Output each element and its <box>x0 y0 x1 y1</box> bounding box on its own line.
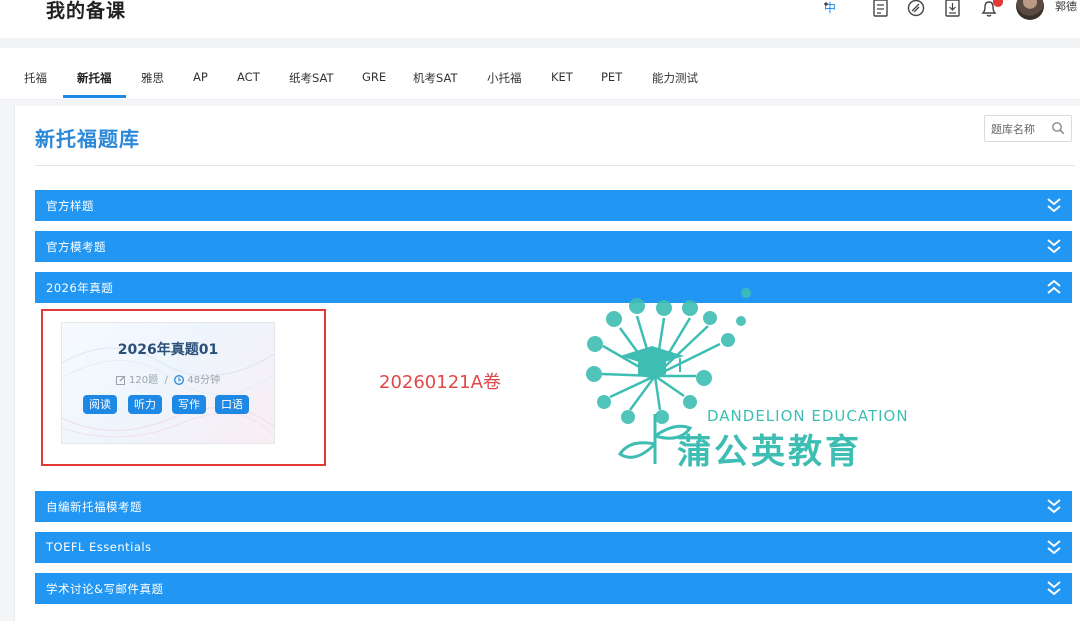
page-title: 新托福题库 <box>35 127 140 151</box>
section-toefl-essentials[interactable]: TOEFL Essentials <box>35 532 1072 563</box>
tab-gre[interactable]: GRE <box>362 70 386 84</box>
exam-tabs: 托福 新托福 雅思 AP ACT 纸考SAT GRE 机考SAT 小托福 KET… <box>0 48 1080 100</box>
double-chevron-down-icon[interactable] <box>1046 237 1062 255</box>
section-official-mock[interactable]: 官方模考题 <box>35 231 1072 262</box>
tab-new-toefl[interactable]: 新托福 <box>77 70 112 86</box>
tab-toefl[interactable]: 托福 <box>24 70 47 86</box>
tab-ap[interactable]: AP <box>193 70 208 84</box>
paper-duration: 48分钟 <box>187 375 221 386</box>
tab-ket[interactable]: KET <box>551 70 573 84</box>
title-divider <box>35 165 1075 166</box>
tab-computer-sat[interactable]: 机考SAT <box>413 70 458 86</box>
tab-ielts[interactable]: 雅思 <box>141 70 164 86</box>
avatar[interactable] <box>1016 0 1044 20</box>
translate-icon[interactable]: 中 <box>824 0 844 18</box>
double-chevron-down-icon[interactable] <box>1046 497 1062 515</box>
link-icon[interactable] <box>906 0 926 18</box>
notification-badge <box>993 0 1003 7</box>
section-academic-discussion-email[interactable]: 学术讨论&写邮件真题 <box>35 573 1072 604</box>
question-count: 120题 <box>129 375 159 386</box>
section-label: 2026年真题 <box>46 281 114 295</box>
tab-pet[interactable]: PET <box>601 70 622 84</box>
notebook-icon[interactable] <box>871 0 891 18</box>
search-box <box>984 115 1072 142</box>
meta-separator: / <box>164 375 168 386</box>
skill-speaking-button[interactable]: 口语 <box>215 395 249 414</box>
active-tab-indicator <box>63 95 126 98</box>
search-icon[interactable] <box>1051 121 1066 136</box>
double-chevron-down-icon[interactable] <box>1046 579 1062 597</box>
skill-reading-button[interactable]: 阅读 <box>83 395 117 414</box>
tab-act[interactable]: ACT <box>237 70 260 84</box>
search-input[interactable] <box>991 120 1051 138</box>
double-chevron-down-icon[interactable] <box>1046 196 1062 214</box>
watermark-english: DANDELION EDUCATION <box>707 407 909 425</box>
paper-annotation-text: 20260121A卷 <box>379 372 501 393</box>
section-label: 官方样题 <box>46 199 94 213</box>
double-chevron-down-icon[interactable] <box>1046 538 1062 556</box>
paper-meta: 120题 / 48分钟 <box>62 371 274 386</box>
section-label: 官方模考题 <box>46 240 106 254</box>
header-separator <box>0 38 1080 48</box>
skill-listening-button[interactable]: 听力 <box>128 395 162 414</box>
page-header-title: 我的备课 <box>46 0 127 22</box>
double-chevron-up-icon[interactable] <box>1046 278 1062 296</box>
section-label: TOEFL Essentials <box>46 540 152 554</box>
user-name[interactable]: 郭德 <box>1055 0 1077 14</box>
tab-paper-sat[interactable]: 纸考SAT <box>289 70 334 86</box>
skill-tags: 阅读 听力 写作 口语 <box>83 395 263 415</box>
section-label: 自编新托福模考题 <box>46 500 142 514</box>
clock-icon <box>174 375 185 385</box>
watermark-chinese: 蒲公英教育 <box>677 432 862 472</box>
edit-icon <box>115 375 126 385</box>
top-bar: 我的备课 中 郭德 <box>0 0 1080 38</box>
section-official-samples[interactable]: 官方样题 <box>35 190 1072 221</box>
paper-title[interactable]: 2026年真题01 <box>62 339 274 359</box>
tab-toefl-junior[interactable]: 小托福 <box>487 70 522 86</box>
section-custom-mock[interactable]: 自编新托福模考题 <box>35 491 1072 522</box>
exam-paper-card[interactable]: 2026年真题01 120题 / 48分钟 阅读 听力 写作 口语 <box>61 322 275 444</box>
section-label: 学术讨论&写邮件真题 <box>46 582 164 596</box>
skill-writing-button[interactable]: 写作 <box>172 395 206 414</box>
tab-ability-test[interactable]: 能力测试 <box>652 70 698 86</box>
document-download-icon[interactable] <box>943 0 963 18</box>
